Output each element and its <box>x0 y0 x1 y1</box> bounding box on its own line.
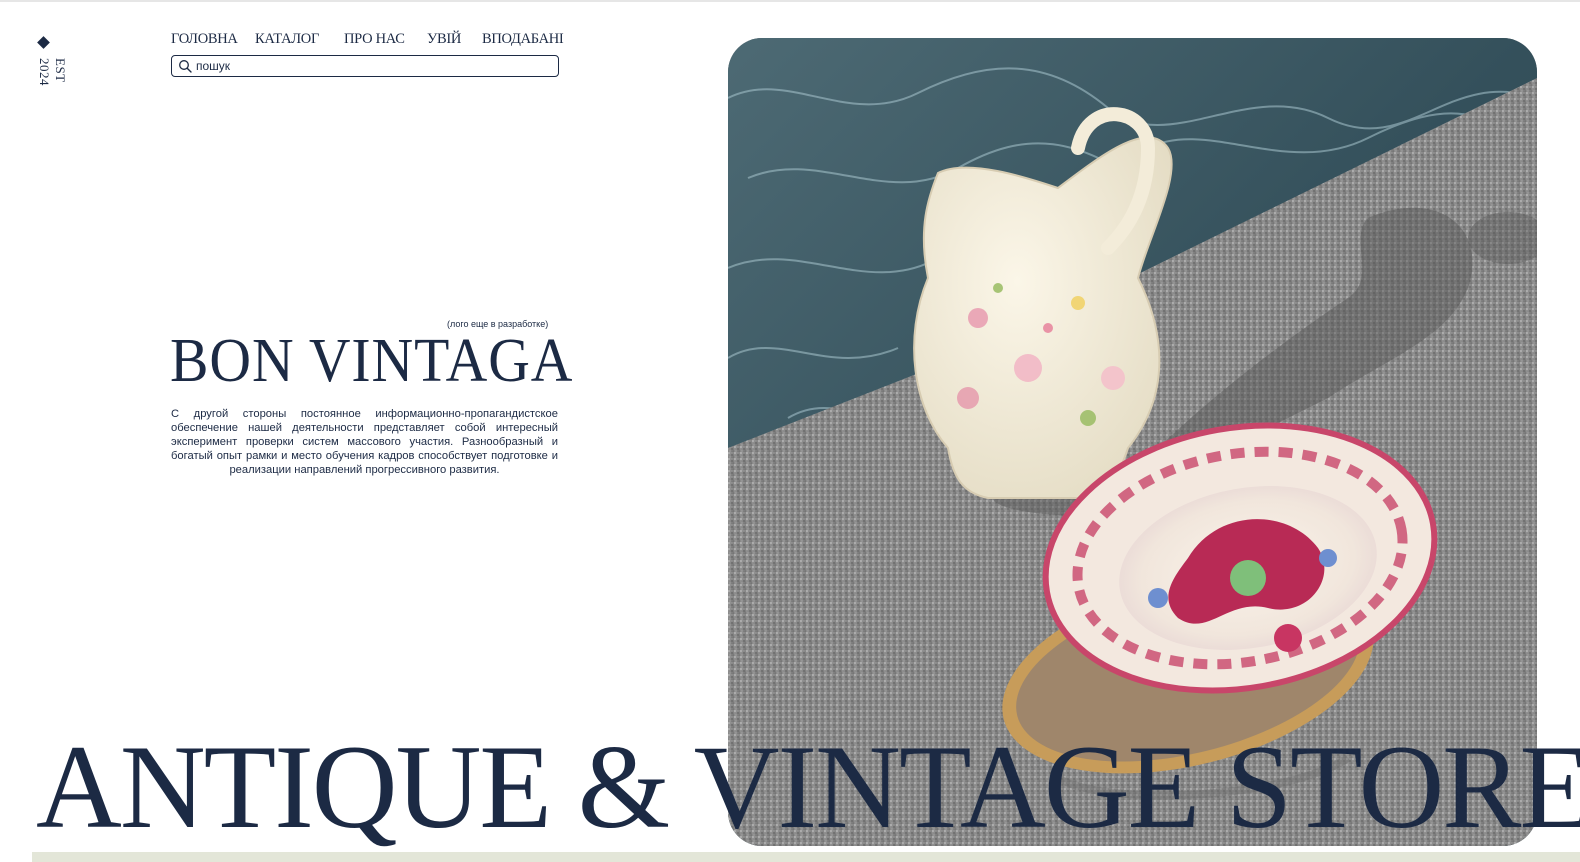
brand-logo: BON VINTAGA <box>170 327 574 395</box>
nav-item-login[interactable]: УВІЙ <box>427 31 461 48</box>
search-box[interactable] <box>171 55 559 77</box>
est-label: EST 2024 <box>37 58 68 86</box>
hero-headline: ANTIQUE & VINTAGE STORE <box>36 720 1580 853</box>
brand-description: С другой стороны постоянное информационн… <box>171 408 558 476</box>
nav-item-home[interactable]: ГОЛОВНА <box>171 31 238 48</box>
bottom-border <box>32 852 1580 862</box>
nav-item-favorites[interactable]: ВПОДАБАНІ <box>482 31 564 48</box>
search-icon <box>179 60 192 73</box>
nav-item-catalog[interactable]: КАТАЛОГ <box>255 31 319 48</box>
top-border <box>0 0 1580 2</box>
nav-item-about[interactable]: ПРО НАС <box>344 31 405 48</box>
search-input[interactable] <box>196 57 546 74</box>
diamond-icon <box>37 36 50 49</box>
